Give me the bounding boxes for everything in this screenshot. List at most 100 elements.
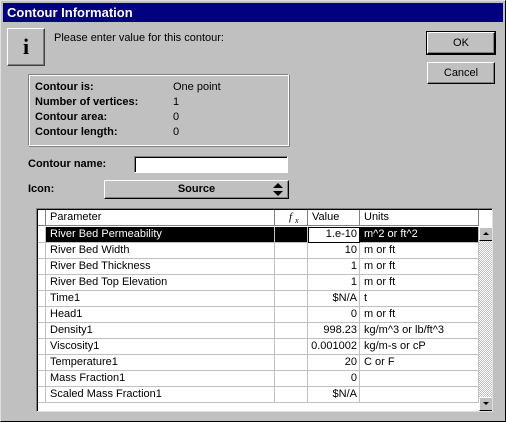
- arrow-down-icon: [483, 402, 489, 405]
- fx-cell[interactable]: [275, 387, 308, 403]
- fx-cell[interactable]: [275, 275, 308, 291]
- row-indicator: [38, 307, 46, 323]
- parameter-cell[interactable]: Temperature1: [46, 355, 275, 371]
- row-indicator: [38, 371, 46, 387]
- value-cell[interactable]: 1: [308, 275, 360, 291]
- value-cell[interactable]: $N/A: [308, 291, 360, 307]
- header-units[interactable]: Units: [360, 210, 479, 226]
- table-row[interactable]: Temperature1 20 C or F: [38, 355, 479, 371]
- prompt-text: Please enter value for this contour:: [54, 32, 224, 44]
- grid-header: Parameter f x Value Units: [38, 210, 479, 226]
- row-indicator: [38, 227, 46, 243]
- row-indicator: [38, 339, 46, 355]
- parameter-cell[interactable]: River Bed Width: [46, 243, 275, 259]
- header-parameter[interactable]: Parameter: [46, 210, 275, 226]
- cancel-button[interactable]: Cancel: [427, 62, 495, 84]
- table-row[interactable]: River Bed Thickness 1 m or ft: [38, 259, 479, 275]
- icon-select[interactable]: Source: [104, 180, 289, 199]
- units-cell: m or ft: [360, 259, 479, 275]
- info-row-area: Contour area: 0: [35, 110, 285, 125]
- header-fx[interactable]: f x: [275, 210, 308, 226]
- window-title: Contour Information: [3, 3, 503, 22]
- fx-cell[interactable]: [275, 227, 308, 243]
- parameter-cell[interactable]: Head1: [46, 307, 275, 323]
- value-cell[interactable]: 0: [308, 371, 360, 387]
- value-cell[interactable]: 10: [308, 243, 360, 259]
- parameter-cell[interactable]: River Bed Permeability: [46, 227, 275, 243]
- units-cell: m or ft: [360, 307, 479, 323]
- value-cell[interactable]: 0: [308, 307, 360, 323]
- fx-cell[interactable]: [275, 323, 308, 339]
- row-indicator: [38, 355, 46, 371]
- row-indicator: [38, 259, 46, 275]
- value-cell[interactable]: $N/A: [308, 387, 360, 403]
- table-row[interactable]: Mass Fraction1 0: [38, 371, 479, 387]
- fx-cell[interactable]: [275, 355, 308, 371]
- fx-cell[interactable]: [275, 291, 308, 307]
- units-cell: kg/m^3 or lb/ft^3: [360, 323, 479, 339]
- value-cell[interactable]: 998.23: [308, 323, 360, 339]
- info-label: Contour is:: [35, 81, 94, 93]
- value-cell[interactable]: 20: [308, 355, 360, 371]
- parameter-grid: Parameter f x Value Units River Bed Perm…: [36, 208, 493, 412]
- scroll-down-button[interactable]: [479, 397, 492, 411]
- table-row[interactable]: River Bed Top Elevation 1 m or ft: [38, 275, 479, 291]
- value-cell[interactable]: 1: [308, 259, 360, 275]
- table-row[interactable]: Scaled Mass Fraction1 $N/A: [38, 387, 479, 403]
- units-cell: kg/m-s or cP: [360, 339, 479, 355]
- parameter-cell[interactable]: Viscosity1: [46, 339, 275, 355]
- info-icon: i: [7, 28, 45, 66]
- parameter-cell[interactable]: Mass Fraction1: [46, 371, 275, 387]
- units-cell: C or F: [360, 355, 479, 371]
- fx-cell[interactable]: [275, 371, 308, 387]
- contour-info-group: Contour is: One point Number of vertices…: [28, 74, 289, 146]
- fx-cell[interactable]: [275, 259, 308, 275]
- grid-scrollbar[interactable]: [479, 227, 492, 411]
- info-label: Number of vertices:: [35, 96, 139, 108]
- info-value: 1: [173, 96, 180, 108]
- parameter-cell[interactable]: Scaled Mass Fraction1: [46, 387, 275, 403]
- fx-cell[interactable]: [275, 243, 308, 259]
- info-value: 0: [173, 126, 180, 138]
- table-row[interactable]: Time1 $N/A t: [38, 291, 479, 307]
- units-cell: [360, 371, 479, 387]
- icon-select-value: Source: [177, 183, 216, 195]
- parameter-cell[interactable]: River Bed Thickness: [46, 259, 275, 275]
- arrow-up-icon: [483, 232, 489, 235]
- scroll-up-button[interactable]: [479, 227, 492, 241]
- function-icon: f x: [289, 211, 299, 225]
- parameter-cell[interactable]: Time1: [46, 291, 275, 307]
- info-row-contour-type: Contour is: One point: [35, 80, 285, 95]
- table-row[interactable]: Head1 0 m or ft: [38, 307, 479, 323]
- scroll-track[interactable]: [479, 241, 492, 397]
- ok-button[interactable]: OK: [426, 31, 496, 55]
- updown-arrows-icon: [273, 183, 283, 196]
- parameter-cell[interactable]: River Bed Top Elevation: [46, 275, 275, 291]
- icon-label: Icon:: [28, 183, 55, 195]
- header-value[interactable]: Value: [308, 210, 360, 226]
- svg-text:x: x: [294, 216, 299, 224]
- table-row[interactable]: River Bed Width 10 m or ft: [38, 243, 479, 259]
- info-row-vertices: Number of vertices: 1: [35, 95, 285, 110]
- row-indicator: [38, 243, 46, 259]
- contour-name-input[interactable]: [134, 156, 288, 173]
- units-cell: m or ft: [360, 243, 479, 259]
- units-cell: [360, 387, 479, 403]
- info-row-length: Contour length: 0: [35, 125, 285, 140]
- contour-information-dialog: Contour Information i Please enter value…: [0, 0, 506, 422]
- table-row[interactable]: Density1 998.23 kg/m^3 or lb/ft^3: [38, 323, 479, 339]
- row-indicator: [38, 275, 46, 291]
- fx-cell[interactable]: [275, 307, 308, 323]
- fx-cell[interactable]: [275, 339, 308, 355]
- table-row[interactable]: River Bed Permeability 1.e-10 m^2 or ft^2: [38, 227, 479, 243]
- info-label: Contour area:: [35, 111, 108, 123]
- units-cell: m^2 or ft^2: [360, 227, 479, 243]
- table-row[interactable]: Viscosity1 0.001002 kg/m-s or cP: [38, 339, 479, 355]
- value-cell[interactable]: 0.001002: [308, 339, 360, 355]
- info-value: One point: [173, 81, 221, 93]
- row-indicator: [38, 387, 46, 403]
- value-cell[interactable]: 1.e-10: [308, 227, 360, 243]
- row-indicator: [38, 323, 46, 339]
- svg-text:f: f: [289, 211, 294, 223]
- parameter-cell[interactable]: Density1: [46, 323, 275, 339]
